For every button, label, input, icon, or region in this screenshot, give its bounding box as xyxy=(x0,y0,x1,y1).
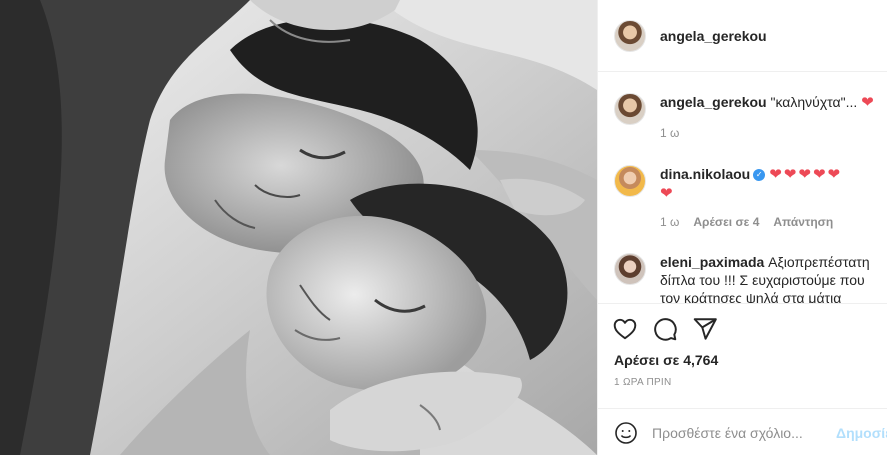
commenter-avatar[interactable] xyxy=(614,165,646,197)
comment-text: "καληνύχτα"... xyxy=(770,94,858,110)
post-side-panel: angela_gerekou angela_gerekou "καληνύχτα… xyxy=(597,0,887,455)
red-heart-emoji: ❤ xyxy=(660,185,675,202)
commenter-avatar[interactable] xyxy=(614,93,646,125)
comment-text-line: dina.nikolaou ✓ ❤❤❤❤❤ xyxy=(660,165,882,184)
add-comment-bar: Δημοσίευση xyxy=(598,408,887,455)
comment-meta: 1 ω xyxy=(660,124,882,142)
commenter-username[interactable]: angela_gerekou xyxy=(660,94,767,110)
commenter-username[interactable]: eleni_paximada xyxy=(660,254,764,270)
comment-likes-link[interactable]: Αρέσει σε 4 xyxy=(693,213,759,231)
author-username[interactable]: angela_gerekou xyxy=(660,28,767,44)
heart-outline-icon[interactable] xyxy=(612,316,638,342)
red-heart-emojis: ❤❤❤❤❤ xyxy=(769,166,843,183)
comment-item: dina.nikolaou ✓ ❤❤❤❤❤ ❤ 1 ω Αρέσει σε 4 Απ… xyxy=(614,165,882,231)
like-count[interactable]: Αρέσει σε 4,764 xyxy=(614,352,718,368)
comment-item: eleni_paximada Αξιοπρεπέστατη δίπλα του … xyxy=(614,253,882,303)
comment-meta: 1 ω Αρέσει σε 4 Απάντηση xyxy=(660,213,882,231)
caption-comment: angela_gerekou "καληνύχτα"... ❤ 1 ω xyxy=(614,93,882,142)
paper-plane-icon[interactable] xyxy=(692,316,718,342)
comment-text-line: ❤ xyxy=(660,184,882,203)
comments-list[interactable]: angela_gerekou "καληνύχτα"... ❤ 1 ω dina… xyxy=(598,73,887,303)
comment-body: angela_gerekou "καληνύχτα"... ❤ 1 ω xyxy=(660,93,882,142)
verified-badge-icon: ✓ xyxy=(753,169,766,182)
post-header: angela_gerekou xyxy=(598,0,887,72)
comment-body: eleni_paximada Αξιοπρεπέστατη δίπλα του … xyxy=(660,253,882,303)
comment-text-line: eleni_paximada Αξιοπρεπέστατη δίπλα του … xyxy=(660,253,882,303)
commenter-avatar[interactable] xyxy=(614,253,646,285)
reply-link[interactable]: Απάντηση xyxy=(773,213,833,231)
action-icons-row xyxy=(612,316,718,342)
author-avatar[interactable] xyxy=(614,19,646,52)
post-photo[interactable] xyxy=(0,0,597,455)
commenter-username[interactable]: dina.nikolaou xyxy=(660,166,750,182)
comment-input[interactable] xyxy=(652,424,832,441)
comment-text-line: angela_gerekou "καληνύχτα"... ❤ xyxy=(660,93,882,112)
comment-time: 1 ω xyxy=(660,126,680,140)
smiley-face-icon[interactable] xyxy=(614,421,638,445)
comment-time: 1 ω xyxy=(660,215,680,229)
comment-bubble-icon[interactable] xyxy=(652,316,678,342)
comment-body: dina.nikolaou ✓ ❤❤❤❤❤ ❤ 1 ω Αρέσει σε 4 Απ… xyxy=(660,165,882,231)
post-timestamp[interactable]: 1 ΩΡΑ ΠΡΙΝ xyxy=(614,377,672,388)
post-comment-button[interactable]: Δημοσίευση xyxy=(836,425,887,441)
photo-illustration xyxy=(0,0,597,455)
post-actions-section: Αρέσει σε 4,764 1 ΩΡΑ ΠΡΙΝ Δημοσίευση xyxy=(598,303,887,455)
red-heart-emoji: ❤ xyxy=(861,94,876,111)
